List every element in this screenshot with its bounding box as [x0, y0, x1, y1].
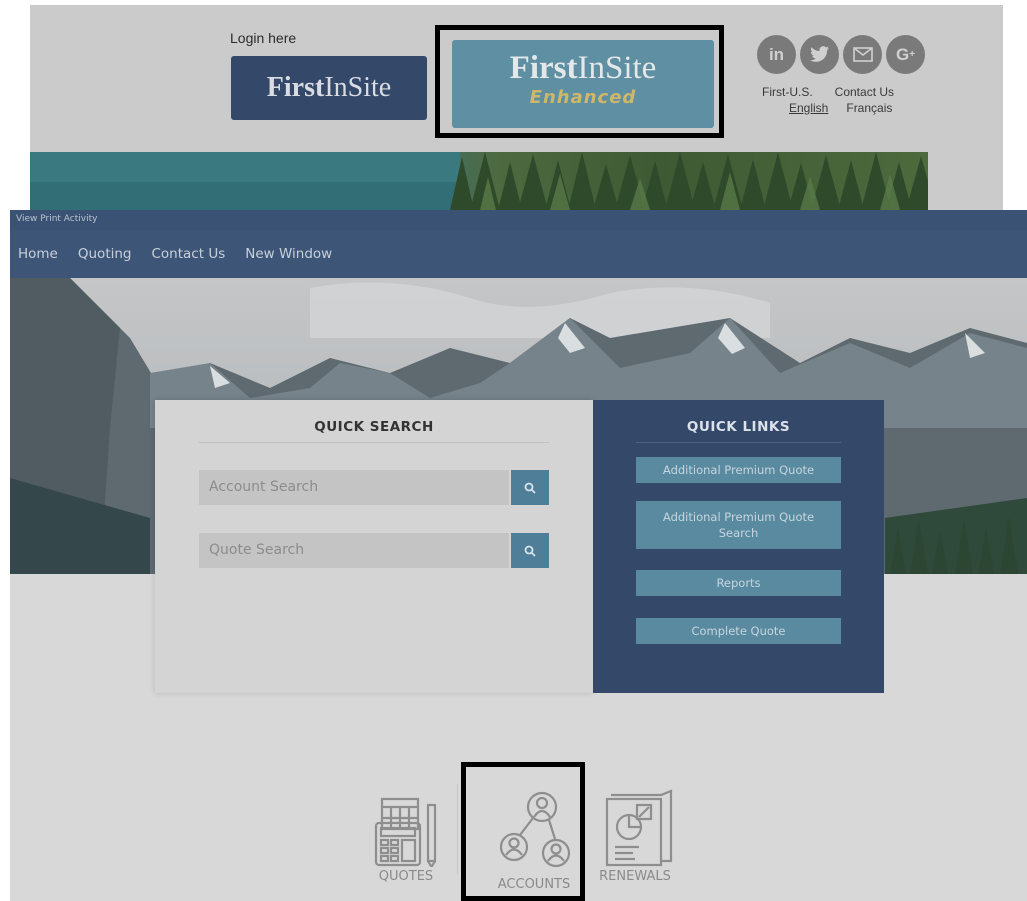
quick-links-card: QUICK LINKS Additional Premium Quote Add…: [593, 400, 884, 693]
firstinsite-logo-light: InSite: [324, 72, 392, 103]
calculator-icon: [374, 797, 437, 867]
twitter-icon[interactable]: [800, 35, 839, 74]
document-chart-icon: [605, 789, 673, 867]
forest-banner-image: [30, 152, 928, 210]
main-nav: Home Quoting Contact Us New Window: [10, 230, 1027, 278]
region-links: First-U.S. Contact Us: [762, 85, 894, 99]
firstinsite-logo-bold: First: [266, 72, 325, 103]
quote-search-input[interactable]: Quote Search: [199, 533, 509, 568]
first-us-link[interactable]: First-U.S.: [762, 85, 813, 99]
quick-search-card: QUICK SEARCH Account Search Quote Search: [155, 400, 593, 693]
divider: [199, 442, 549, 443]
accounts-tab-highlight-box: [461, 762, 585, 901]
search-icon: [524, 482, 536, 494]
title-bar: View Print Activity: [10, 210, 1027, 230]
google-plus-icon[interactable]: G +: [886, 35, 925, 74]
reports-link[interactable]: Reports: [636, 570, 841, 596]
nav-home[interactable]: Home: [18, 246, 58, 262]
tab-quotes-label: QUOTES: [378, 869, 434, 884]
login-label: Login here: [230, 30, 297, 46]
tab-renewals-label: RENEWALS: [599, 869, 671, 884]
additional-premium-quote-search-link[interactable]: Additional Premium Quote Search: [636, 501, 841, 549]
enhanced-login-highlight-box: [435, 25, 724, 138]
contact-us-link[interactable]: Contact Us: [835, 85, 894, 99]
social-links: in G +: [757, 35, 925, 74]
account-search-input[interactable]: Account Search: [199, 470, 509, 505]
nav-new-window[interactable]: New Window: [245, 246, 332, 262]
email-icon[interactable]: [843, 35, 882, 74]
account-search-button[interactable]: [511, 470, 549, 505]
firstinsite-login-button[interactable]: First InSite: [231, 56, 427, 120]
forest-trees-illustration: [30, 152, 928, 210]
quick-search-title: QUICK SEARCH: [314, 419, 434, 435]
quote-search-button[interactable]: [511, 533, 549, 568]
language-links: English Français: [789, 101, 892, 115]
linkedin-icon[interactable]: in: [757, 35, 796, 74]
nav-quoting[interactable]: Quoting: [78, 246, 132, 262]
tab-renewals[interactable]: RENEWALS: [590, 787, 680, 884]
tab-divider: [457, 784, 458, 874]
divider: [636, 442, 841, 443]
quick-links-title: QUICK LINKS: [686, 419, 791, 435]
english-link[interactable]: English: [789, 101, 828, 115]
additional-premium-quote-link[interactable]: Additional Premium Quote: [636, 457, 841, 483]
tab-quotes[interactable]: QUOTES: [366, 787, 446, 884]
search-icon: [524, 545, 536, 557]
complete-quote-link[interactable]: Complete Quote: [636, 618, 841, 644]
nav-contact-us[interactable]: Contact Us: [152, 246, 226, 262]
francais-link[interactable]: Français: [846, 101, 892, 115]
